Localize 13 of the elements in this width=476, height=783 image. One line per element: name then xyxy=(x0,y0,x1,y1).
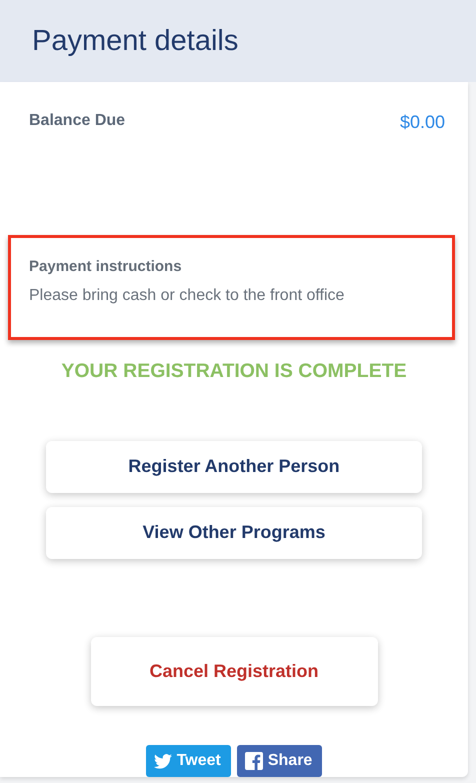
status-message: YOUR REGISTRATION IS COMPLETE xyxy=(61,360,407,383)
facebook-icon xyxy=(244,752,263,770)
instructions-text: Please bring cash or check to the front office xyxy=(29,286,346,305)
instructions-title: Payment instructions xyxy=(29,258,183,275)
bird-icon xyxy=(154,754,172,768)
share-button[interactable]: Tweet xyxy=(146,745,231,777)
share-button[interactable]: Share xyxy=(236,745,322,777)
page-title: Payment details xyxy=(32,24,238,58)
action-button[interactable]: Register Another Person xyxy=(46,440,422,493)
action-button[interactable]: View Other Programs xyxy=(46,506,422,560)
balance-label: Balance Due xyxy=(29,112,126,131)
cancel-button[interactable]: Cancel Registration xyxy=(90,637,378,706)
balance-value: $0.00 xyxy=(400,112,445,134)
